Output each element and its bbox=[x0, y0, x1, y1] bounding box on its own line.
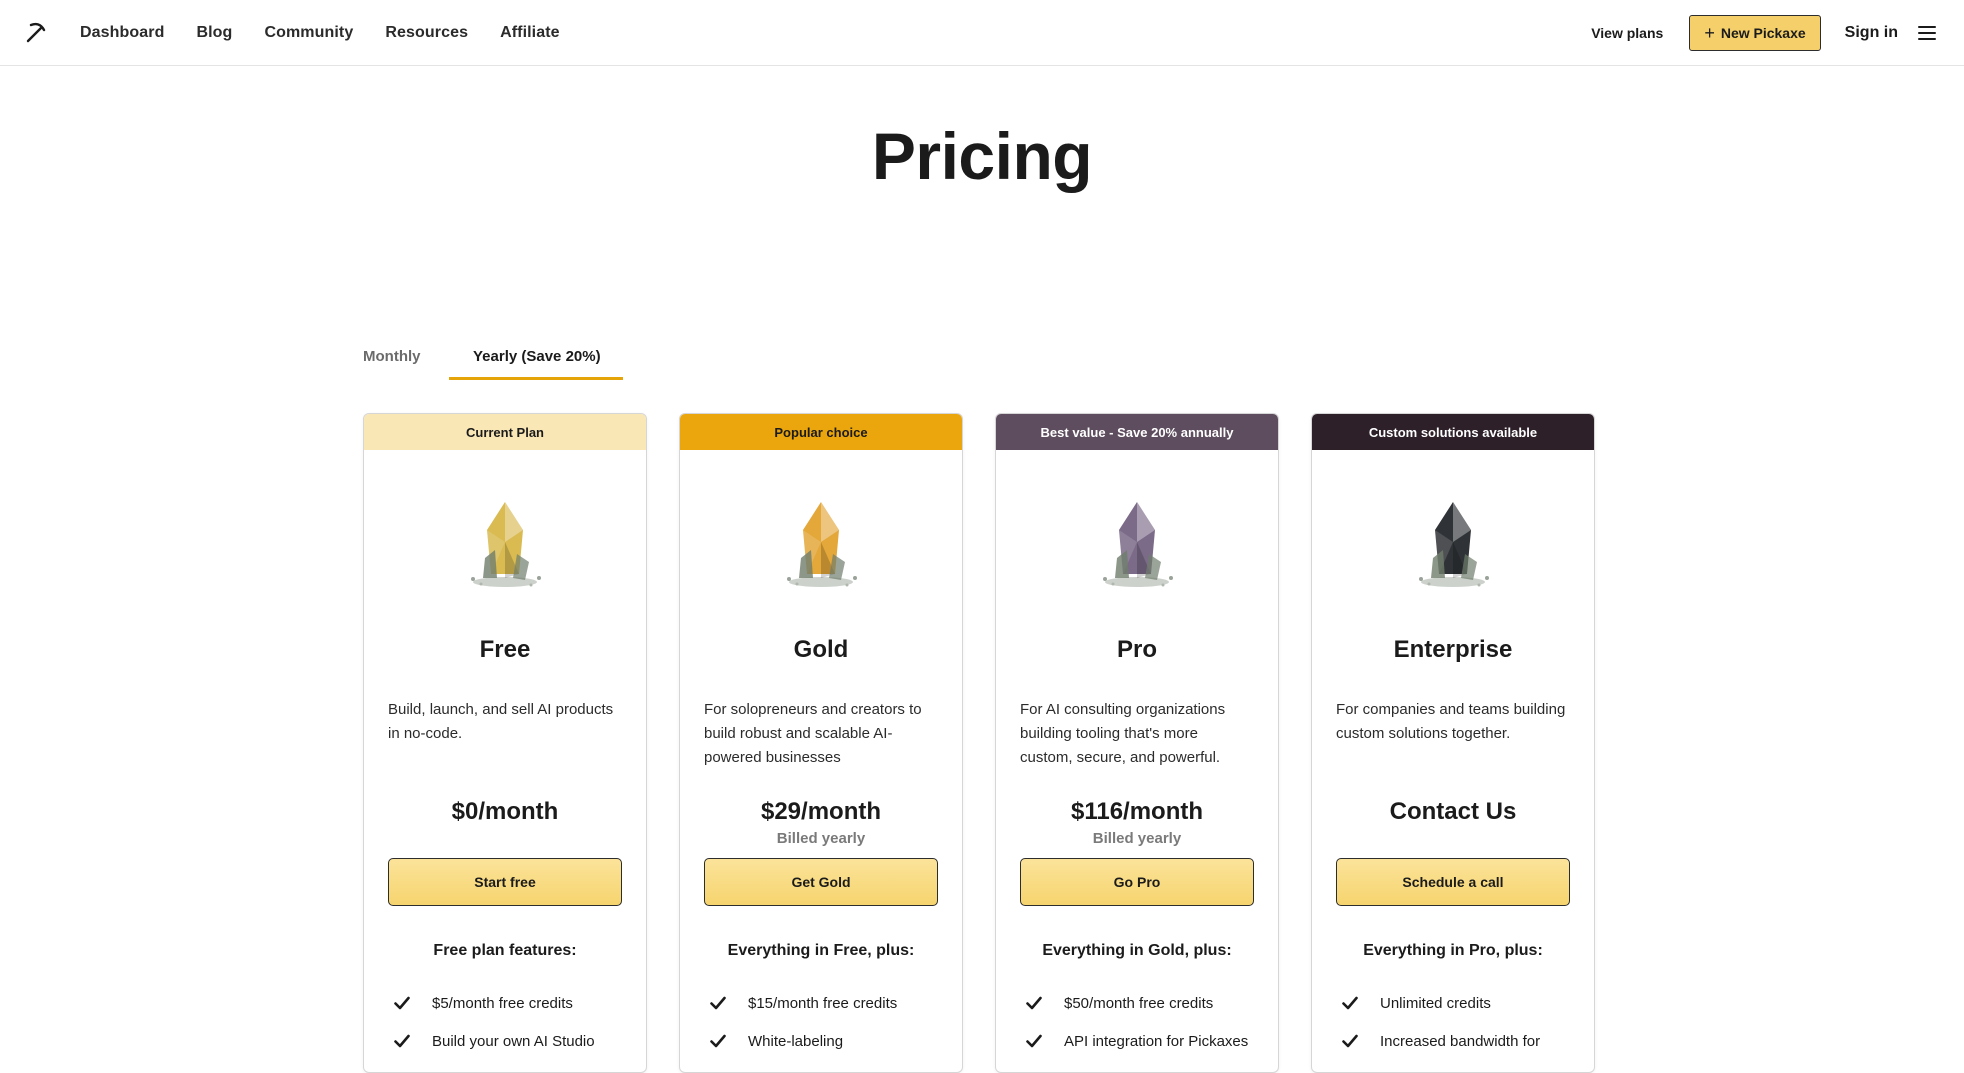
features-list: $15/month free credits White-labeling bbox=[710, 984, 962, 1060]
nav-actions: View plans + New Pickaxe Sign in bbox=[1591, 0, 1936, 66]
pro-cta-button[interactable]: Go Pro bbox=[1020, 858, 1254, 906]
features-heading: Everything in Free, plus: bbox=[727, 942, 915, 959]
checkmark-icon bbox=[1026, 996, 1042, 1010]
top-navigation: Dashboard Blog Community Resources Affil… bbox=[0, 0, 1964, 66]
plan-name: Gold bbox=[793, 636, 849, 663]
nav-link-community[interactable]: Community bbox=[264, 24, 353, 42]
plan-description: For companies and teams building custom … bbox=[1336, 701, 1566, 742]
feature-item: $15/month free credits bbox=[710, 984, 962, 1022]
feature-text: Unlimited credits bbox=[1380, 994, 1491, 1012]
crystal-gem-icon bbox=[1419, 502, 1489, 587]
feature-item: White-labeling bbox=[710, 1022, 962, 1060]
feature-item: Unlimited credits bbox=[1342, 984, 1594, 1022]
plan-description: For AI consulting organizations building… bbox=[1020, 701, 1226, 766]
pickaxe-logo-icon[interactable] bbox=[24, 20, 48, 44]
nav-link-blog[interactable]: Blog bbox=[196, 24, 232, 42]
hamburger-menu-icon[interactable] bbox=[1918, 26, 1936, 40]
nav-links: Dashboard Blog Community Resources Affil… bbox=[80, 0, 592, 66]
feature-text: $50/month free credits bbox=[1064, 994, 1214, 1012]
new-pickaxe-label: New Pickaxe bbox=[1720, 25, 1806, 41]
page-title: Pricing bbox=[871, 119, 1093, 193]
plus-icon: + bbox=[1704, 23, 1715, 43]
sign-in-link[interactable]: Sign in bbox=[1845, 24, 1898, 42]
free-cta-button[interactable]: Start free bbox=[388, 858, 622, 906]
plan-card-enterprise: Custom solutions available Enterprise Fo… bbox=[1311, 413, 1595, 1073]
plan-description: For solopreneurs and creators to build r… bbox=[704, 701, 922, 766]
features-heading: Free plan features: bbox=[433, 942, 577, 959]
features-heading: Everything in Pro, plus: bbox=[1363, 942, 1543, 959]
checkmark-icon bbox=[710, 1034, 726, 1048]
feature-text: API integration for Pickaxes bbox=[1064, 1032, 1249, 1050]
plan-card-gold: Popular choice Gold For solopreneurs and… bbox=[679, 413, 963, 1073]
plan-name: Free bbox=[479, 636, 531, 663]
tab-yearly[interactable]: Yearly (Save 20%) bbox=[449, 340, 623, 380]
plan-banner: Best value - Save 20% annually bbox=[996, 414, 1278, 450]
plan-price: Contact Us bbox=[1389, 798, 1517, 825]
plan-name: Enterprise bbox=[1393, 636, 1513, 663]
feature-item: Increased bandwidth for bbox=[1342, 1022, 1594, 1060]
feature-item: $50/month free credits bbox=[1026, 984, 1278, 1022]
plan-price: $116/month bbox=[1070, 798, 1204, 825]
tab-monthly[interactable]: Monthly bbox=[363, 340, 449, 380]
feature-text: Increased bandwidth for bbox=[1380, 1032, 1541, 1050]
plan-price: $0/month bbox=[451, 798, 559, 825]
plan-name: Pro bbox=[1116, 636, 1157, 663]
view-plans-link[interactable]: View plans bbox=[1591, 25, 1663, 41]
nav-link-resources[interactable]: Resources bbox=[385, 24, 468, 42]
crystal-gem-icon bbox=[1103, 502, 1173, 587]
checkmark-icon bbox=[710, 996, 726, 1010]
feature-text: $15/month free credits bbox=[748, 994, 898, 1012]
plan-price: $29/month bbox=[760, 798, 882, 825]
plan-card-free: Current Plan Free Build, launch, and sel… bbox=[363, 413, 647, 1073]
billing-tabs: Monthly Yearly (Save 20%) bbox=[363, 340, 623, 380]
plan-card-pro: Best value - Save 20% annually Pro For A… bbox=[995, 413, 1279, 1073]
checkmark-icon bbox=[1342, 1034, 1358, 1048]
plan-banner: Custom solutions available bbox=[1312, 414, 1594, 450]
gold-cta-button[interactable]: Get Gold bbox=[704, 858, 938, 906]
feature-item: $5/month free credits bbox=[394, 984, 646, 1022]
nav-link-affiliate[interactable]: Affiliate bbox=[500, 24, 560, 42]
plan-billing-note bbox=[364, 830, 646, 846]
checkmark-icon bbox=[394, 996, 410, 1010]
plan-billing-note: Billed yearly bbox=[776, 830, 866, 847]
features-list: $5/month free credits Build your own AI … bbox=[394, 984, 646, 1060]
features-list: $50/month free credits API integration f… bbox=[1026, 984, 1278, 1060]
crystal-gem-icon bbox=[787, 502, 857, 587]
plan-description: Build, launch, and sell AI products in n… bbox=[388, 701, 614, 742]
nav-link-dashboard[interactable]: Dashboard bbox=[80, 24, 164, 42]
plan-banner: Popular choice bbox=[680, 414, 962, 450]
plan-billing-note: Billed yearly bbox=[1092, 830, 1182, 847]
feature-item: API integration for Pickaxes bbox=[1026, 1022, 1278, 1060]
feature-item: Build your own AI Studio bbox=[394, 1022, 646, 1060]
new-pickaxe-button[interactable]: + New Pickaxe bbox=[1689, 15, 1821, 51]
feature-text: White-labeling bbox=[748, 1032, 844, 1050]
checkmark-icon bbox=[1342, 996, 1358, 1010]
enterprise-cta-button[interactable]: Schedule a call bbox=[1336, 858, 1570, 906]
checkmark-icon bbox=[1026, 1034, 1042, 1048]
features-heading: Everything in Gold, plus: bbox=[1042, 942, 1232, 959]
feature-text: Build your own AI Studio bbox=[432, 1032, 595, 1050]
features-list: Unlimited credits Increased bandwidth fo… bbox=[1342, 984, 1594, 1060]
plan-banner: Current Plan bbox=[364, 414, 646, 450]
plan-billing-note bbox=[1312, 830, 1594, 846]
crystal-gem-icon bbox=[471, 502, 541, 587]
feature-text: $5/month free credits bbox=[432, 994, 573, 1012]
checkmark-icon bbox=[394, 1034, 410, 1048]
